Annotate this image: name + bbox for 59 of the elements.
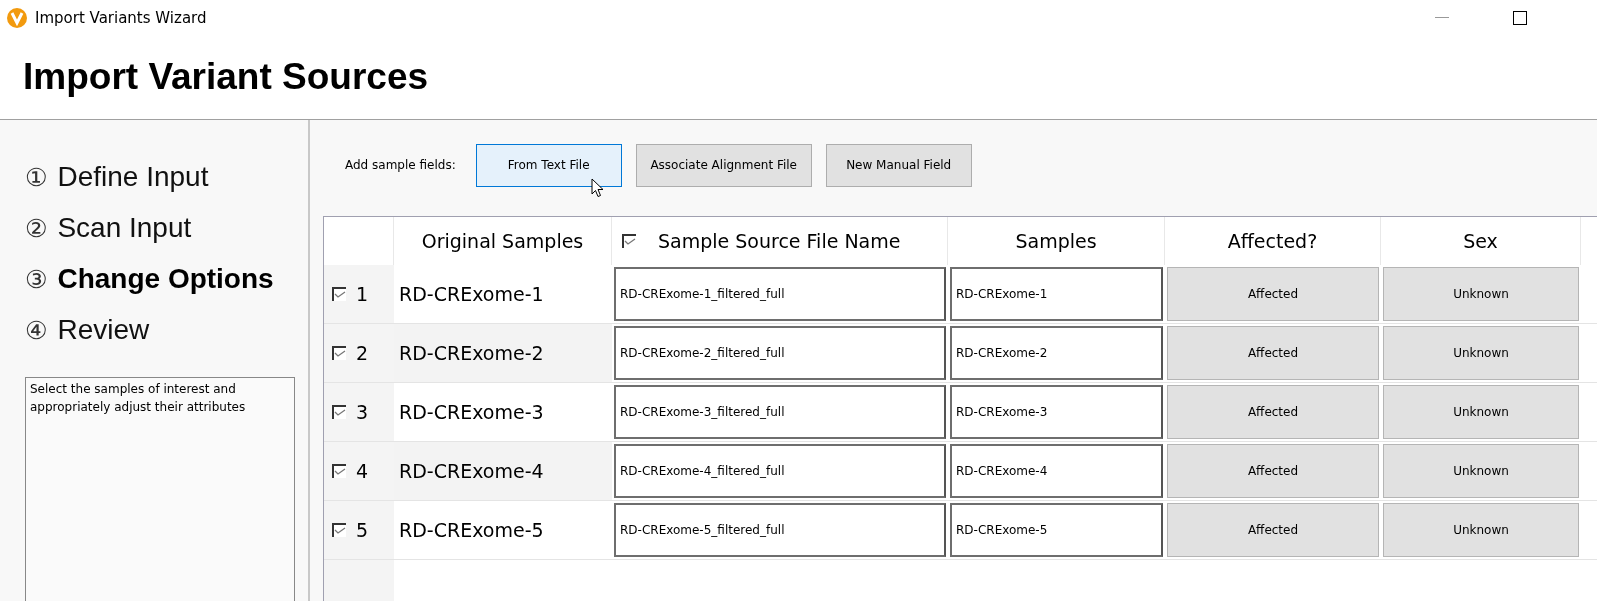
toolbar-button[interactable]: From Text File [475,143,622,187]
step-label: Scan Input [57,212,192,244]
help-text-panel: Select the samples of interest and appropriately adjust their attributes [25,377,295,601]
input-field[interactable]: RD-CRExome-1 [950,267,1163,321]
row-number: 4 [356,460,369,482]
page-heading: Import Variant Sources [23,56,429,98]
column-header: Affected? [1227,230,1318,252]
input-field[interactable]: RD-CRExome-1_filtered_full [614,267,946,321]
dropdown-button[interactable]: Affected [1167,326,1379,380]
row-number: 1 [356,283,369,305]
dropdown-button[interactable]: Affected [1167,503,1379,557]
checkbox[interactable] [332,287,346,301]
input-field[interactable]: RD-CRExome-2_filtered_full [614,326,946,380]
window-title: Import Variants Wizard [35,8,207,27]
minimize-icon[interactable] [1435,16,1449,19]
table-cell: RD-CRExome-3 [399,401,544,423]
dropdown-button[interactable]: Unknown [1383,444,1579,498]
step-label: Change Options [57,263,274,295]
column-header: Original Samples [421,230,584,252]
step-label: Review [57,314,150,346]
mouse-pointer-icon [591,178,605,198]
maximize-icon[interactable] [1513,10,1527,25]
toolbar-button[interactable]: Associate Alignment File [635,143,812,187]
app-logo-icon [7,7,27,28]
column-header: Samples [1015,230,1097,252]
toolbar-button[interactable]: New Manual Field [825,143,972,187]
input-field[interactable]: RD-CRExome-4_filtered_full [614,444,946,498]
dropdown-button[interactable]: Unknown [1383,267,1579,321]
input-field[interactable]: RD-CRExome-2 [950,326,1163,380]
input-field[interactable]: RD-CRExome-5 [950,503,1163,557]
table-cell: RD-CRExome-4 [399,460,544,482]
dropdown-button[interactable]: Affected [1167,385,1379,439]
row-number: 5 [356,519,369,541]
table-cell: RD-CRExome-1 [399,283,544,305]
dropdown-button[interactable]: Unknown [1383,326,1579,380]
row-number: 3 [356,401,369,423]
input-field[interactable]: RD-CRExome-3 [950,385,1163,439]
step-number: ① [25,162,48,192]
dropdown-button[interactable]: Affected [1167,444,1379,498]
table-cell: RD-CRExome-5 [399,519,544,541]
column-header: Sex [1463,230,1498,252]
step-number: ② [25,213,48,243]
toolbar-label: Add sample fields: [345,158,456,172]
checkbox[interactable] [332,464,346,478]
row-number: 2 [356,342,369,364]
input-field[interactable]: RD-CRExome-4 [950,444,1163,498]
dropdown-button[interactable]: Affected [1167,267,1379,321]
checkbox[interactable] [332,405,346,419]
step-label: Define Input [57,161,209,193]
dropdown-button[interactable]: Unknown [1383,385,1579,439]
checkbox[interactable] [332,346,346,360]
input-field[interactable]: RD-CRExome-5_filtered_full [614,503,946,557]
step-number: ③ [25,264,48,294]
checkbox[interactable] [332,523,346,537]
input-field[interactable]: RD-CRExome-3_filtered_full [614,385,946,439]
table-cell: RD-CRExome-2 [399,342,544,364]
dropdown-button[interactable]: Unknown [1383,503,1579,557]
column-header: Sample Source File Name [658,230,901,252]
step-number: ④ [25,315,48,345]
